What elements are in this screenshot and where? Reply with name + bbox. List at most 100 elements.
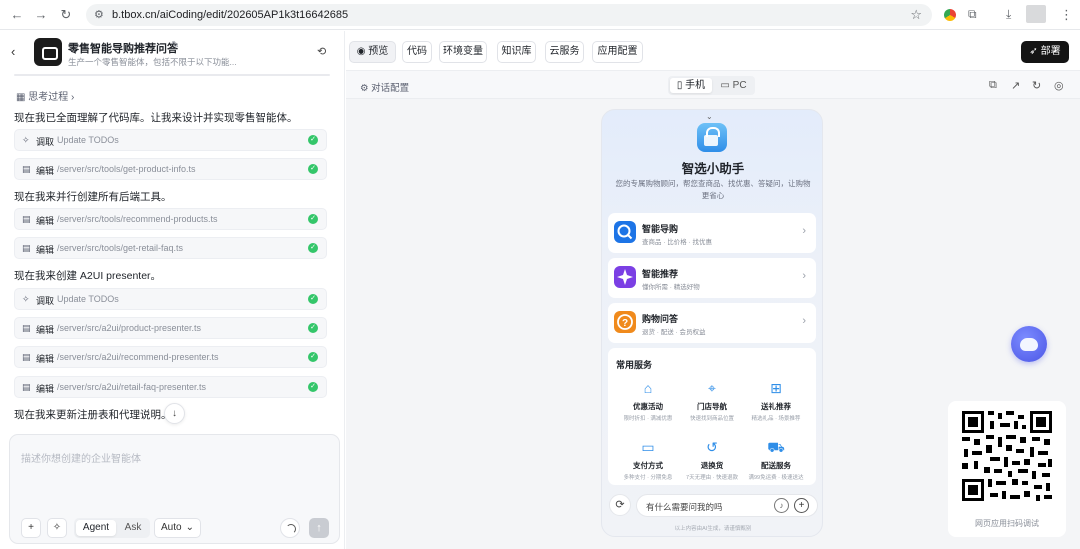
service-desc: 满99免运费 · 极速送达: [748, 475, 804, 481]
service-returns[interactable]: ↺ 退换货 7天无理由 · 快速退款: [682, 438, 742, 481]
tool-call-item[interactable]: ▤ 编辑 /server/src/a2ui/recommend-presente…: [14, 346, 327, 368]
device-pc-tab[interactable]: ▭ PC: [714, 78, 753, 93]
file-edit-icon: ▤: [22, 214, 31, 224]
scroll-down-button[interactable]: ↓: [164, 403, 185, 424]
bookmark-star-icon[interactable]: ☆: [910, 7, 922, 23]
tool-picker-button[interactable]: ✧: [47, 518, 67, 538]
mode-ask-tab[interactable]: Ask: [118, 520, 148, 536]
thinking-toggle[interactable]: ▦ 思考过程 ›: [16, 88, 74, 103]
reload-icon[interactable]: ↻: [59, 8, 73, 22]
tool-call-item[interactable]: ✧ 调取 Update TODOs ✓: [14, 129, 327, 151]
prompt-input[interactable]: 描述你想创建的企业智能体: [21, 450, 141, 465]
card-subtitle: 懂你所需 · 精选好物: [642, 284, 700, 291]
profile-avatar[interactable]: [1026, 5, 1046, 23]
feature-card-guide[interactable]: 智能导购 查商品 · 比价格 · 找优惠 ›: [608, 213, 816, 253]
tool-call-item[interactable]: ▤ 编辑 /server/src/a2ui/retail-faq-present…: [14, 376, 327, 398]
address-bar[interactable]: ⚙ b.tbox.cn/aiCoding/edit/202605AP1k3t16…: [86, 4, 932, 26]
forward-icon[interactable]: →: [34, 8, 48, 22]
prompt-composer[interactable]: 描述你想创建的企业智能体 + ✧ Agent Ask Auto ⌄ ↑: [9, 434, 340, 544]
file-edit-icon: ▤: [22, 164, 31, 174]
phone-input-text[interactable]: 有什么需要问我的吗: [646, 501, 723, 513]
chevron-right-icon: ›: [802, 315, 806, 327]
chrome-extension-icon[interactable]: [944, 9, 956, 21]
tab-knowledge-base[interactable]: 知识库: [497, 41, 536, 63]
card-title: 智能导购: [642, 224, 679, 234]
monitor-icon: ▭: [720, 80, 733, 91]
app-subtitle: 生产一个零售智能体，包括不限于以下功能...: [68, 57, 237, 67]
service-gift[interactable]: ⊞ 送礼推荐 精选礼品 · 场景推荐: [746, 379, 806, 422]
history-icon[interactable]: ⟲: [317, 45, 326, 58]
service-name: 门店导航: [697, 402, 727, 411]
screenshot-icon[interactable]: ⧉: [989, 79, 997, 92]
return-icon: ↺: [706, 439, 718, 455]
sparkle-icon: [614, 266, 636, 288]
chat-panel: ‹ 零售智能导购推荐问答 ✎ 生产一个零售智能体，包括不限于以下功能... ⟲ …: [0, 31, 345, 549]
service-name: 退换货: [700, 461, 724, 470]
url-text[interactable]: b.tbox.cn/aiCoding/edit/202605AP1k3t1664…: [112, 9, 348, 21]
chevron-right-icon: ›: [802, 270, 806, 282]
site-settings-icon[interactable]: ⚙: [94, 8, 104, 21]
chevron-right-icon: ›: [802, 225, 806, 237]
file-edit-icon: ▤: [22, 352, 31, 362]
card-title: 智能推荐: [642, 269, 679, 279]
feature-card-faq[interactable]: ? 购物问答 退货 · 配送 · 会员权益 ›: [608, 303, 816, 343]
tool-call-item[interactable]: ▤ 编辑 /server/src/tools/get-retail-faq.ts…: [14, 237, 327, 259]
tab-env-vars[interactable]: 环境变量: [439, 41, 487, 63]
card-title: 购物问答: [642, 314, 679, 324]
service-store-nav[interactable]: ⌖ 门店导航 快速找到商品位置: [682, 379, 742, 422]
tool-verb: 编辑: [36, 384, 55, 394]
check-icon: ✓: [308, 294, 318, 304]
edit-title-icon[interactable]: ✎: [171, 40, 179, 51]
app-title: 零售智能导购推荐问答: [68, 43, 178, 55]
service-desc: 精选礼品 · 场景推荐: [751, 416, 801, 422]
feature-card-recommend[interactable]: 智能推荐 懂你所需 · 精选好物 ›: [608, 258, 816, 298]
device-pc-label: PC: [732, 80, 747, 91]
tool-call-item[interactable]: ✧ 调取 Update TODOs ✓: [14, 288, 327, 310]
search-icon: [614, 221, 636, 243]
tool-call-item[interactable]: ▤ 编辑 /server/src/tools/get-product-info.…: [14, 158, 327, 180]
send-button[interactable]: ↑: [309, 518, 329, 538]
chevron-down-icon: ⌄: [185, 522, 194, 533]
chat-message: 现在我已全面理解了代码库。让我来设计并实现零售智能体。: [14, 112, 298, 124]
deploy-button[interactable]: ➶ 部署: [1021, 41, 1069, 63]
location-pin-icon: ⌖: [708, 380, 716, 396]
tab-cloud-services[interactable]: 云服务: [545, 41, 584, 63]
tab-code[interactable]: 代码: [402, 41, 432, 63]
service-desc: 限时折扣 · 满减优惠: [623, 416, 673, 422]
add-attachment-button[interactable]: +: [21, 518, 41, 538]
back-arrow-icon[interactable]: ‹: [11, 44, 15, 59]
tool-verb: 调取: [36, 296, 55, 306]
device-switch[interactable]: ▯ 手机 ▭ PC: [668, 76, 755, 95]
extensions-puzzle-icon[interactable]: ⧉: [968, 7, 982, 21]
more-menu-icon[interactable]: ⋮: [1060, 7, 1073, 23]
open-external-icon[interactable]: ↗: [1011, 79, 1020, 92]
chevron-down-icon[interactable]: ⌄: [706, 112, 713, 121]
tab-preview[interactable]: ◉ 预览: [349, 41, 396, 63]
file-edit-icon: ▤: [22, 243, 31, 253]
tool-path: /server/src/tools/recommend-products.ts: [57, 214, 218, 224]
truck-icon: ⛟: [767, 439, 785, 455]
target-icon[interactable]: ◎: [1054, 79, 1064, 92]
back-icon[interactable]: ←: [10, 8, 24, 22]
download-icon[interactable]: ⤓: [1006, 7, 1020, 21]
service-delivery[interactable]: ⛟ 配送服务 满99免运费 · 极速送达: [746, 438, 806, 481]
tab-app-config[interactable]: 应用配置: [592, 41, 643, 63]
mode-agent-tab[interactable]: Agent: [76, 520, 116, 536]
tool-call-item[interactable]: ▤ 编辑 /server/src/a2ui/product-presenter.…: [14, 317, 327, 339]
plus-icon[interactable]: +: [794, 498, 809, 513]
refresh-icon[interactable]: ↻: [1032, 79, 1041, 92]
service-payment[interactable]: ▭ 支付方式 多种支付 · 分期免息: [618, 438, 678, 481]
phone-chat-input[interactable]: 有什么需要问我的吗 ♪ +: [636, 494, 818, 517]
chat-config-button[interactable]: ⚙ 对话配置: [360, 80, 409, 94]
assistant-mascot-icon[interactable]: [1011, 326, 1047, 362]
new-chat-button[interactable]: ⟳: [609, 494, 631, 516]
ai-disclaimer: 以上内容由AI生成，请谨慎甄别: [674, 526, 752, 532]
device-mobile-tab[interactable]: ▯ 手机: [670, 78, 712, 93]
service-name: 优惠活动: [633, 402, 663, 411]
mode-switch[interactable]: Agent Ask: [74, 518, 150, 538]
voice-icon[interactable]: ♪: [774, 498, 789, 513]
service-promotions[interactable]: ⌂ 优惠活动 限时折扣 · 满减优惠: [618, 379, 678, 422]
tool-call-item[interactable]: ▤ 编辑 /server/src/tools/recommend-product…: [14, 208, 327, 230]
model-select[interactable]: Auto ⌄: [154, 518, 201, 538]
card-subtitle: 查商品 · 比价格 · 找优惠: [642, 239, 713, 246]
